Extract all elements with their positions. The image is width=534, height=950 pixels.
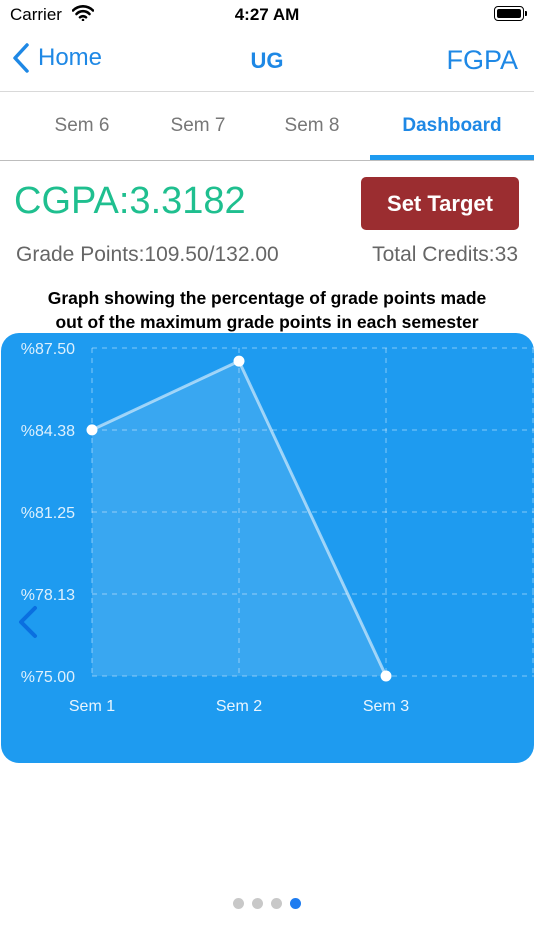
clock: 4:27 AM xyxy=(234,5,300,24)
page-dot[interactable] xyxy=(271,898,282,909)
chart-title-line-1: Graph showing the percentage of grade po… xyxy=(47,288,487,308)
chart-panel: %87.50 %84.38 %81.25 %78.13 %75.00 Sem 1 Sem 2… xyxy=(1,333,534,763)
chart-previous-button[interactable] xyxy=(16,605,40,644)
data-point xyxy=(86,424,98,436)
y-tick-label: %84.38 xyxy=(21,423,75,440)
x-tick-label: Sem 3 xyxy=(363,698,409,715)
battery-icon xyxy=(494,6,527,21)
y-tick-label: %78.13 xyxy=(21,587,75,604)
tabs-divider xyxy=(0,160,534,161)
y-tick-label: %87.50 xyxy=(21,341,75,358)
tab-sem-8[interactable]: Sem 8 xyxy=(234,92,390,160)
line-chart: %87.50 %84.38 %81.25 %78.13 %75.00 Sem 1 Sem 2… xyxy=(21,341,534,715)
chevron-left-icon xyxy=(19,606,37,638)
status-bar: Carrier 4:27 AM xyxy=(0,0,534,30)
tab-bar: Sem 6 Sem 7 Sem 8 Dashboard xyxy=(0,92,534,162)
page-dot[interactable] xyxy=(290,898,301,909)
tab-indicator xyxy=(370,155,534,160)
fgpa-button[interactable]: FGPA xyxy=(446,45,518,76)
chart-title: Graph showing the percentage of grade po… xyxy=(0,286,534,334)
grade-points-label: Grade Points:109.50/132.00 xyxy=(16,243,279,266)
cgpa-value: CGPA:3.3182 xyxy=(14,180,246,222)
data-point xyxy=(233,355,245,367)
x-tick-label: Sem 2 xyxy=(216,698,262,715)
page-indicator[interactable] xyxy=(0,898,534,909)
y-tick-label: %81.25 xyxy=(21,505,75,522)
chart-title-line-2: out of the maximum grade points in each … xyxy=(55,312,479,332)
page-dot[interactable] xyxy=(252,898,263,909)
total-credits-label: Total Credits:33 xyxy=(372,243,518,266)
x-tick-label: Sem 1 xyxy=(69,698,115,715)
set-target-button[interactable]: Set Target xyxy=(361,177,519,230)
y-tick-label: %75.00 xyxy=(21,669,75,686)
page-dot[interactable] xyxy=(233,898,244,909)
tab-dashboard[interactable]: Dashboard xyxy=(370,92,534,160)
data-point xyxy=(380,670,392,682)
